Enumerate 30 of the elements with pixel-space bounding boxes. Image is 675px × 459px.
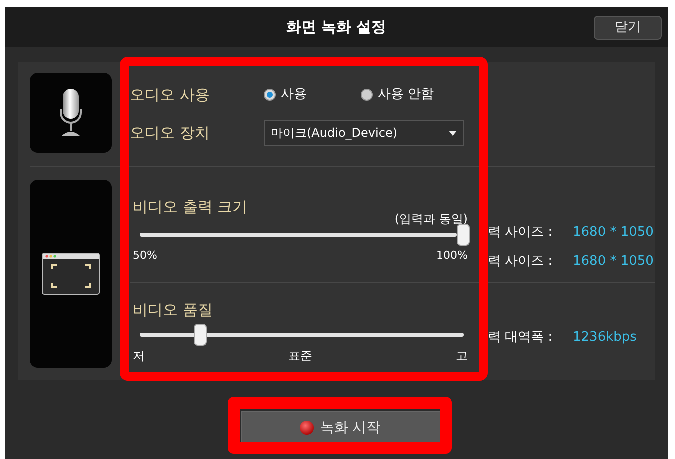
- info-value: 1680 * 1050: [573, 252, 654, 270]
- info-value: 1680 * 1050: [573, 224, 654, 242]
- close-button[interactable]: 닫기: [594, 16, 662, 40]
- record-start-button[interactable]: 녹화 시작: [240, 411, 440, 445]
- radio-button[interactable]: [361, 89, 373, 101]
- info-label: 력 사이즈 :: [488, 224, 554, 242]
- radio-button[interactable]: [264, 89, 276, 101]
- setting-label: 오디오 장치: [130, 122, 211, 144]
- radio-option[interactable]: 사용: [264, 85, 361, 105]
- info-label: 력 사이즈 :: [488, 252, 554, 270]
- window-title: 화면 녹화 설정: [286, 16, 387, 38]
- dropdown-arrow-icon: [449, 130, 457, 136]
- info-value: 1236kbps: [573, 329, 637, 347]
- slider-tick-label: 저: [133, 348, 145, 365]
- slider-tick-label: 고: [456, 348, 468, 365]
- size-note: (입력과 동일): [394, 212, 468, 226]
- setting-label: 오디오 사용: [130, 84, 211, 106]
- setting-label: 비디오 출력 크기: [133, 198, 249, 216]
- slider-max-label: 100%: [436, 248, 468, 264]
- slider-min-label: 50%: [133, 248, 158, 264]
- audio-device-dropdown[interactable]: 마이크(Audio_Device): [264, 120, 464, 146]
- microphone-icon: [59, 89, 83, 137]
- screen-window-icon: [42, 253, 100, 295]
- slider-tick-label: 표준: [288, 348, 312, 365]
- slider-thumb[interactable]: [457, 224, 470, 246]
- info-label: 력 대역폭 :: [488, 329, 554, 347]
- slider-thumb[interactable]: [194, 324, 207, 346]
- radio-option[interactable]: 사용 안함: [361, 85, 458, 105]
- setting-label: 비디오 품질: [133, 301, 214, 319]
- record-dot-icon: [300, 421, 314, 435]
